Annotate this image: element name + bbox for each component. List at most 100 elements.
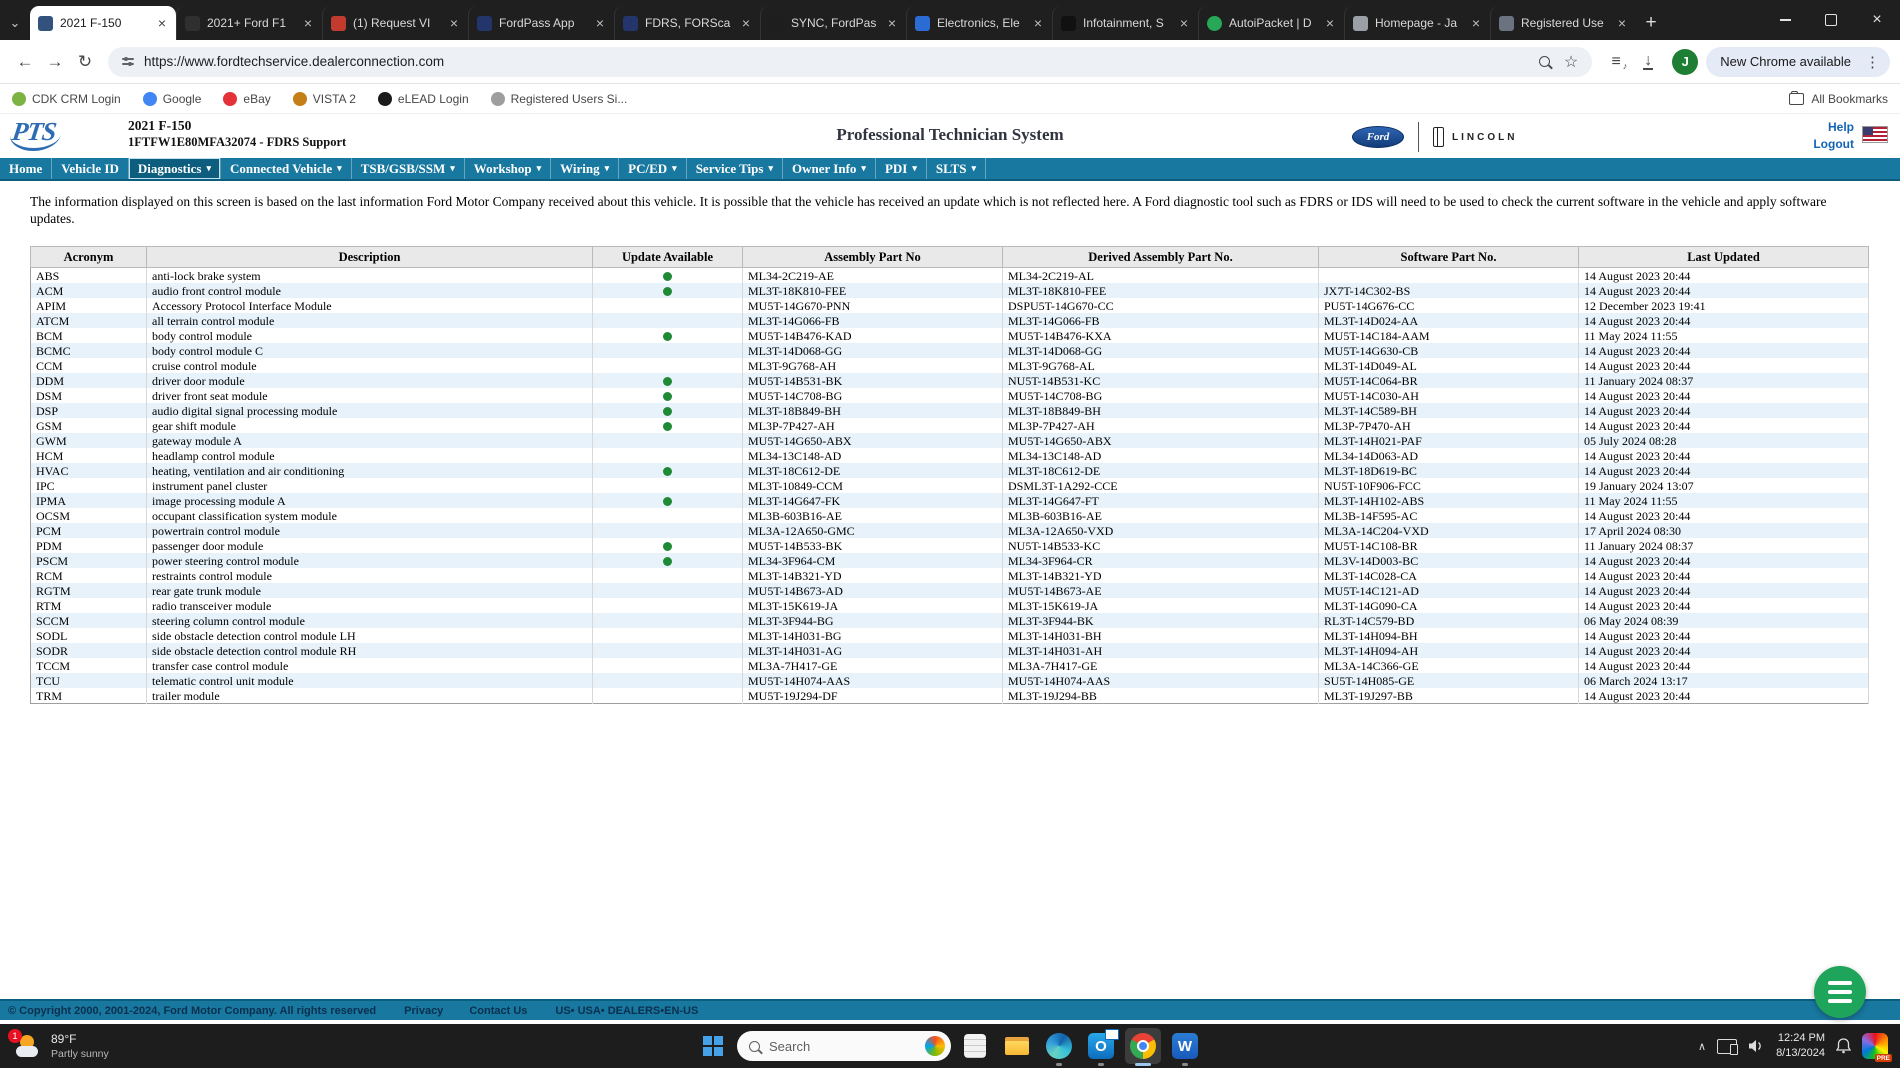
column-header[interactable]: Last Updated <box>1578 246 1869 268</box>
nav-item-wiring[interactable]: Wiring ▾ <box>551 158 620 179</box>
table-row[interactable]: BCM body control module MU5T-14B476-KAD MU5… <box>30 328 1869 343</box>
nav-item-connected-vehicle[interactable]: Connected Vehicle ▾ <box>221 158 352 179</box>
footer-link-contact-us[interactable]: Contact Us <box>469 1005 527 1017</box>
table-row[interactable]: CCM cruise control module ML3T-9G768-AH ML3… <box>30 358 1869 373</box>
table-row[interactable]: ACM audio front control module ML3T-18K810… <box>30 283 1869 298</box>
bookmark-item[interactable]: Google <box>142 92 201 106</box>
table-row[interactable]: APIM Accessory Protocol Interface Module M… <box>30 298 1869 313</box>
nav-item-workshop[interactable]: Workshop ▾ <box>465 158 552 179</box>
table-row[interactable]: TCCM transfer case control module ML3A-7H4… <box>30 658 1869 673</box>
browser-tab[interactable]: 2021 F-150 × <box>30 6 176 40</box>
browser-tab[interactable]: SYNC, FordPas × <box>760 6 906 40</box>
bookmark-item[interactable]: eBay <box>223 92 271 106</box>
table-row[interactable]: PCM powertrain control module ML3A-12A650-… <box>30 523 1869 538</box>
browser-tab[interactable]: FDRS, FORSca × <box>614 6 760 40</box>
taskbar-search[interactable]: Search <box>737 1031 951 1061</box>
taskbar-file-explorer-icon[interactable] <box>999 1028 1035 1064</box>
cast-device-icon[interactable] <box>1717 1038 1739 1055</box>
menu-kebab-icon[interactable]: ⋮ <box>1861 53 1884 71</box>
table-row[interactable]: OCSM occupant classification system modul… <box>30 508 1869 523</box>
preview-app-icon[interactable]: PRE <box>1862 1033 1892 1062</box>
minimize-button[interactable] <box>1762 0 1808 40</box>
table-row[interactable]: ABS anti-lock brake system ML34-2C219-AE ML… <box>30 267 1869 283</box>
table-row[interactable]: GSM gear shift module ML3P-7P427-AH ML3P-7P… <box>30 418 1869 433</box>
help-link[interactable]: Help <box>1813 119 1854 136</box>
tab-close-icon[interactable]: × <box>1470 15 1482 31</box>
nav-item-owner-info[interactable]: Owner Info ▾ <box>783 158 876 179</box>
zoom-lens-icon[interactable] <box>1538 56 1550 67</box>
table-row[interactable]: BCMC body control module C ML3T-14D068-GG M… <box>30 343 1869 358</box>
site-info-icon[interactable] <box>122 57 134 66</box>
table-row[interactable]: SODR side obstacle detection control modu… <box>30 643 1869 658</box>
bookmark-item[interactable]: eLEAD Login <box>377 92 469 106</box>
tab-close-icon[interactable]: × <box>448 15 460 31</box>
profile-avatar[interactable]: J <box>1672 48 1699 75</box>
table-row[interactable]: SODL side obstacle detection control modu… <box>30 628 1869 643</box>
tab-close-icon[interactable]: × <box>740 15 752 31</box>
browser-tab[interactable]: Electronics, Ele × <box>906 6 1052 40</box>
notification-bell-icon[interactable] <box>1836 1038 1851 1054</box>
table-row[interactable]: HVAC heating, ventilation and air conditi… <box>30 463 1869 478</box>
nav-item-pc-ed[interactable]: PC/ED ▾ <box>619 158 687 179</box>
tab-close-icon[interactable]: × <box>302 15 314 31</box>
table-row[interactable]: TRM trailer module MU5T-19J294-DF ML3T-19J2… <box>30 688 1869 704</box>
new-tab-button[interactable]: + <box>1636 6 1666 40</box>
browser-tab[interactable]: Homepage - Ja × <box>1344 6 1490 40</box>
browser-tab[interactable]: FordPass App × <box>468 6 614 40</box>
column-header[interactable]: Description <box>146 246 593 268</box>
tab-close-icon[interactable]: × <box>1616 15 1628 31</box>
tab-close-icon[interactable]: × <box>156 15 168 31</box>
bookmark-item[interactable]: VISTA 2 <box>292 92 356 106</box>
table-row[interactable]: DDM driver door module MU5T-14B531-BK NU5T-… <box>30 373 1869 388</box>
all-bookmarks-button[interactable]: All Bookmarks <box>1789 91 1888 106</box>
taskbar-clock[interactable]: 12:24 PM 8/13/2024 <box>1776 1031 1825 1061</box>
footer-link-privacy[interactable]: Privacy <box>404 1005 443 1017</box>
column-header[interactable]: Derived Assembly Part No. <box>1002 246 1319 268</box>
table-row[interactable]: RGTM rear gate trunk module MU5T-14B673-AD… <box>30 583 1869 598</box>
tab-close-icon[interactable]: × <box>1324 15 1336 31</box>
taskbar-outlook-icon[interactable]: O <box>1083 1028 1119 1066</box>
bookmark-item[interactable]: Registered Users Si... <box>490 92 627 106</box>
downloads-button[interactable]: ↓ <box>1632 47 1664 77</box>
address-bar[interactable]: https://www.fordtechservice.dealerconnec… <box>108 46 1593 77</box>
taskbar-edge-icon[interactable] <box>1041 1028 1077 1066</box>
table-row[interactable]: SCCM steering column control module ML3T-3… <box>30 613 1869 628</box>
nav-item-slts[interactable]: SLTS ▾ <box>927 158 986 179</box>
weather-widget[interactable]: 1 89°F Partly sunny <box>0 1029 242 1060</box>
nav-item-pdi[interactable]: PDI ▾ <box>876 158 927 179</box>
table-row[interactable]: PDM passenger door module MU5T-14B533-BK NU… <box>30 538 1869 553</box>
nav-item-tsb-gsb-ssm[interactable]: TSB/GSB/SSM ▾ <box>352 158 465 179</box>
table-row[interactable]: HCM headlamp control module ML34-13C148-AD… <box>30 448 1869 463</box>
nav-item-vehicle-id[interactable]: Vehicle ID <box>52 158 129 179</box>
tab-close-icon[interactable]: × <box>1178 15 1190 31</box>
browser-tab[interactable]: (1) Request VI × <box>322 6 468 40</box>
taskbar-notepad-icon[interactable] <box>957 1028 993 1064</box>
browser-tab[interactable]: Registered Use × <box>1490 6 1636 40</box>
table-row[interactable]: PSCM power steering control module ML34-3F… <box>30 553 1869 568</box>
bookmark-star-icon[interactable]: ☆ <box>1564 52 1578 72</box>
browser-tab[interactable]: 2021+ Ford F1 × <box>176 6 322 40</box>
table-row[interactable]: RTM radio transceiver module ML3T-15K619-J… <box>30 598 1869 613</box>
tab-close-icon[interactable]: × <box>594 15 606 31</box>
nav-item-diagnostics[interactable]: Diagnostics ▾ <box>128 158 221 179</box>
chrome-update-button[interactable]: New Chrome available ⋮ <box>1706 46 1890 77</box>
table-row[interactable]: TCU telematic control unit module MU5T-14H… <box>30 673 1869 688</box>
table-row[interactable]: IPMA image processing module A ML3T-14G647… <box>30 493 1869 508</box>
taskbar-chrome-icon[interactable] <box>1125 1028 1161 1066</box>
taskbar-word-icon[interactable]: W <box>1167 1028 1203 1066</box>
speaker-icon[interactable] <box>1748 1039 1765 1053</box>
tab-search-button[interactable]: ⌄ <box>0 6 30 40</box>
back-button[interactable]: ← <box>10 47 40 77</box>
forward-button[interactable]: → <box>40 47 70 77</box>
nav-item-home[interactable]: Home <box>0 158 53 179</box>
logout-link[interactable]: Logout <box>1813 136 1854 153</box>
nav-item-service-tips[interactable]: Service Tips ▾ <box>687 158 783 179</box>
tab-close-icon[interactable]: × <box>1032 15 1044 31</box>
table-row[interactable]: ATCM all terrain control module ML3T-14G06… <box>30 313 1869 328</box>
browser-tab[interactable]: Infotainment, S × <box>1052 6 1198 40</box>
close-button[interactable]: × <box>1854 0 1900 40</box>
column-header[interactable]: Acronym <box>30 246 147 268</box>
tab-close-icon[interactable]: × <box>886 15 898 31</box>
table-row[interactable]: RCM restraints control module ML3T-14B321-… <box>30 568 1869 583</box>
chat-widget-button[interactable] <box>1814 966 1866 1018</box>
